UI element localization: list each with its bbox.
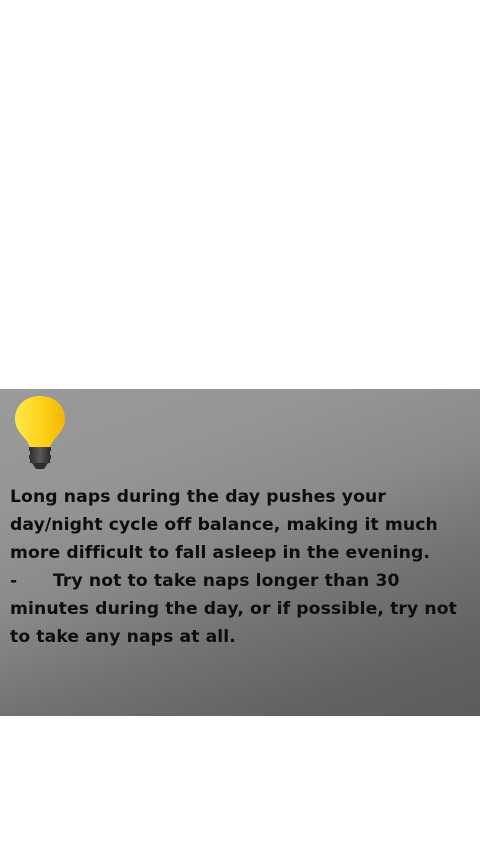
- tip-card: Long naps during the day pushes your day…: [0, 389, 480, 716]
- bullet-text: Try not to take naps longer than 30 minu…: [10, 571, 457, 647]
- tip-paragraph: Long naps during the day pushes your day…: [10, 487, 438, 563]
- lightbulb-icon: [15, 396, 65, 469]
- bullet-marker: -: [10, 571, 18, 591]
- tip-text: Long naps during the day pushes your day…: [10, 483, 472, 651]
- tip-bullet: - Try not to take naps longer than 30 min…: [10, 567, 472, 651]
- screen: Long naps during the day pushes your day…: [0, 0, 480, 853]
